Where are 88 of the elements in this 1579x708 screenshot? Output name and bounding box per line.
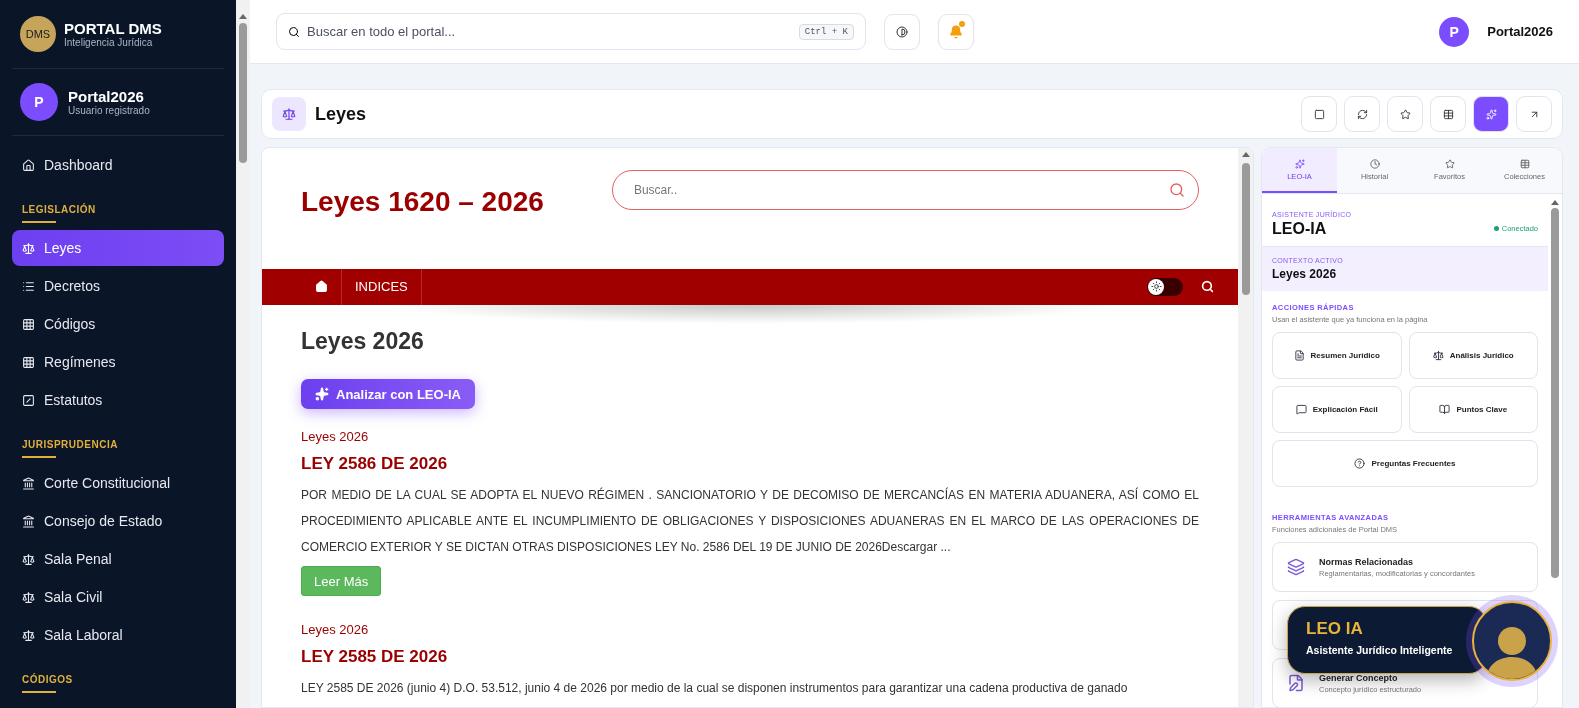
- scrollbar[interactable]: [1238, 148, 1253, 707]
- document-icon: [1293, 350, 1305, 361]
- nav-item[interactable]: Sala Laboral: [12, 617, 224, 653]
- user-name: Portal2026: [1487, 24, 1553, 39]
- action-button[interactable]: Puntos Clave: [1408, 386, 1538, 433]
- clock-icon: [1369, 158, 1380, 169]
- widget-title: LEO IA: [1306, 619, 1364, 639]
- status-dot: [1493, 226, 1499, 231]
- sparkle-icon: [1485, 108, 1497, 120]
- help-icon: [1354, 458, 1366, 469]
- nav-item[interactable]: Sala Civil: [12, 579, 224, 615]
- search-icon[interactable]: [1169, 182, 1185, 198]
- toolbar-button[interactable]: [1473, 96, 1509, 132]
- article-category[interactable]: Leyes 2026: [301, 622, 369, 637]
- widget-subtitle: Asistente Jurídico Inteligente: [1306, 644, 1454, 656]
- stacked-books-icon: [1287, 558, 1305, 576]
- search-field[interactable]: Buscar..: [611, 170, 1199, 210]
- hatched-square-icon: [22, 393, 35, 407]
- toolbar-button[interactable]: [1344, 96, 1380, 132]
- nav-item[interactable]: Regímenes: [12, 344, 224, 380]
- article-summary: LEY 2585 DE 2026 (junio 4) D.O. 53.512, junio 4 de 2026 por medio de la cual se disponen instrumentos para garantizar una cadena productiva de ganado: [301, 680, 1129, 697]
- toolbar-button[interactable]: [1301, 96, 1337, 132]
- building-icon: [22, 514, 35, 528]
- brand-logo: DMS: [20, 16, 56, 52]
- action-button[interactable]: Explicación Fácil: [1272, 386, 1402, 433]
- assistant-name: LEO-IA: [1272, 220, 1328, 238]
- table-icon: [1442, 108, 1454, 120]
- brand-title: PORTAL DMS: [64, 20, 162, 37]
- sparkle-icon: [1294, 158, 1305, 169]
- action-button[interactable]: Preguntas Frecuentes: [1272, 440, 1538, 487]
- search-icon: [288, 25, 300, 38]
- book-icon: [1439, 404, 1451, 415]
- nav-item[interactable]: Decretos: [12, 268, 224, 304]
- user-avatar: P: [20, 83, 58, 121]
- document-edit-icon: [1287, 674, 1305, 692]
- tool-title: Normas Relacionadas: [1319, 556, 1415, 567]
- table-icon: [1519, 158, 1530, 169]
- menu-link[interactable]: INDICES: [342, 268, 422, 305]
- article-title[interactable]: LEY 2586 DE 2026: [301, 454, 448, 474]
- list-icon: [22, 279, 35, 293]
- analyze-button[interactable]: Analizar con LEO-IA: [301, 379, 475, 409]
- star-icon: [1444, 158, 1455, 169]
- nav-item[interactable]: Estatutos: [12, 382, 224, 418]
- user-role: Usuario registrado: [68, 105, 150, 116]
- page-title: Leyes: [315, 103, 367, 125]
- home-icon: [315, 280, 328, 294]
- scales-icon: [1432, 350, 1444, 361]
- scrollbar[interactable]: [236, 0, 250, 708]
- home-icon: [22, 158, 35, 172]
- nav-section-title: JURISPRUDENCIA: [12, 419, 224, 464]
- action-button[interactable]: Resumen Jurídico: [1272, 332, 1402, 379]
- nav-item[interactable]: Dashboard: [12, 147, 224, 183]
- scales-icon: [272, 97, 306, 131]
- site-title: Leyes 1620 – 2026: [301, 186, 544, 218]
- refresh-icon: [1356, 108, 1368, 120]
- tool-title: Generar Concepto: [1319, 672, 1399, 683]
- context-value: Leyes 2026: [1272, 267, 1338, 281]
- nav-section-title: LEGISLACIÓN: [12, 184, 224, 229]
- scales-icon: [22, 628, 35, 642]
- contrast-icon: [896, 25, 908, 38]
- bell-icon: [949, 24, 963, 39]
- grid-icon: [22, 317, 35, 331]
- action-button[interactable]: Análisis Jurídico: [1408, 332, 1538, 379]
- user-avatar[interactable]: P: [1439, 16, 1470, 47]
- star-icon: [1399, 108, 1411, 120]
- user-name: Portal2026: [68, 88, 145, 105]
- scales-icon: [22, 590, 35, 604]
- section-heading: Leyes 2026: [301, 328, 424, 355]
- article-summary: POR MEDIO DE LA CUAL SE ADOPTA EL NUEVO RÉGIMEN . SANCIONATORIO Y DE DECOMISO DE MERCANCÍAS EN MATERIA ADUANERA, ASÍ COMO EL PROCEDIMIENTO APLICABLE ANTE EL INCUMPLIMIENTO DE OBLIGACIONES Y DISPOSICIONES ADUANERAS EN EL MARCO DE LAS OPERACIONES DE COMERCIO EXTERIOR Y SE DICTAN OTRAS DISPOSICIONES LEY No. 2586 DEL 19 DE JUNIO DE 2026Descargar ...: [301, 486, 1199, 556]
- scales-icon: [22, 241, 35, 255]
- grid-icon: [22, 355, 35, 369]
- brand-subtitle: Inteligencia Jurídica: [64, 37, 154, 48]
- article-category[interactable]: Leyes 2026: [301, 429, 369, 444]
- nav-item[interactable]: Leyes: [12, 230, 224, 266]
- stop-icon: [1313, 108, 1325, 120]
- sparkle-icon: [315, 387, 329, 401]
- chat-bubble-icon: [1295, 404, 1307, 415]
- nav-section-title: CÓDIGOS: [12, 654, 224, 699]
- toolbar-button[interactable]: [1430, 96, 1466, 132]
- article-title[interactable]: LEY 2585 DE 2026: [301, 647, 448, 667]
- nav-item[interactable]: Consejo de Estado: [12, 503, 224, 539]
- nav-item[interactable]: Sala Penal: [12, 541, 224, 577]
- nav-item[interactable]: Corte Constitucional: [12, 465, 224, 501]
- theme-switch[interactable]: [1147, 277, 1183, 296]
- scales-icon: [22, 552, 35, 566]
- nav-item[interactable]: Códigos: [12, 306, 224, 342]
- theme-toggle-button[interactable]: [884, 13, 920, 50]
- building-icon: [22, 476, 35, 490]
